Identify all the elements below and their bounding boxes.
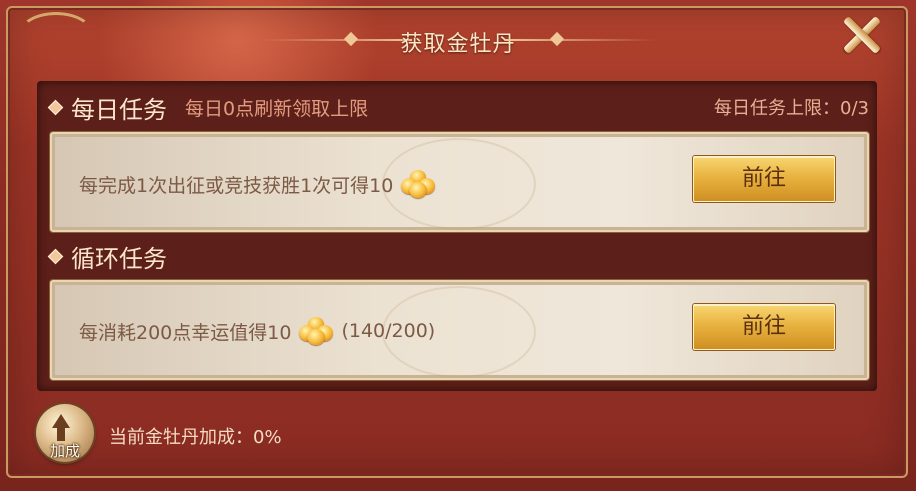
bonus-status-text: 当前金牡丹加成：0% xyxy=(109,427,282,448)
daily-task-description: 每完成1次出征或竞技获胜1次可得10 xyxy=(79,170,443,198)
daily-limit-text: 每日任务上限：0/3 xyxy=(714,98,869,119)
close-button[interactable] xyxy=(838,10,886,58)
cycle-goto-button[interactable]: 前往 xyxy=(693,304,835,350)
cycle-task-text: 每消耗200点幸运值得10 xyxy=(79,321,292,344)
daily-goto-button[interactable]: 前往 xyxy=(693,156,835,202)
cycle-task-progress: (140/200) xyxy=(341,320,436,342)
daily-section-header: 每日任务 每日0点刷新领取上限 xyxy=(47,90,369,124)
section-diamond-icon xyxy=(47,99,64,115)
section-diamond-icon xyxy=(47,248,64,264)
dialog-title: 获取金牡丹 xyxy=(400,32,516,57)
daily-task-text: 每完成1次出征或竞技获胜1次可得10 xyxy=(79,174,394,197)
bonus-icon-label: 加成 xyxy=(49,442,80,460)
cycle-task-card: 每消耗200点幸运值得10 (140/200) 前往 xyxy=(50,280,869,380)
daily-section-title: 每日任务 xyxy=(71,95,167,124)
daily-section-subtitle: 每日0点刷新领取上限 xyxy=(185,97,369,120)
cycle-section-title: 循环任务 xyxy=(71,244,167,273)
arrow-up-icon xyxy=(52,414,70,428)
title-bar: 获取金牡丹 xyxy=(0,16,916,66)
arrow-up-icon-stem xyxy=(57,427,65,441)
cycle-task-description: 每消耗200点幸运值得10 (140/200) xyxy=(79,317,435,345)
daily-task-card: 每完成1次出征或竞技获胜1次可得10 前往 xyxy=(50,132,869,232)
gold-peony-icon xyxy=(299,317,334,345)
cycle-section-header: 循环任务 xyxy=(47,239,167,273)
gold-peony-icon xyxy=(401,170,436,198)
title-ornament-right xyxy=(505,39,655,41)
bonus-button[interactable]: 加成 xyxy=(36,404,94,462)
